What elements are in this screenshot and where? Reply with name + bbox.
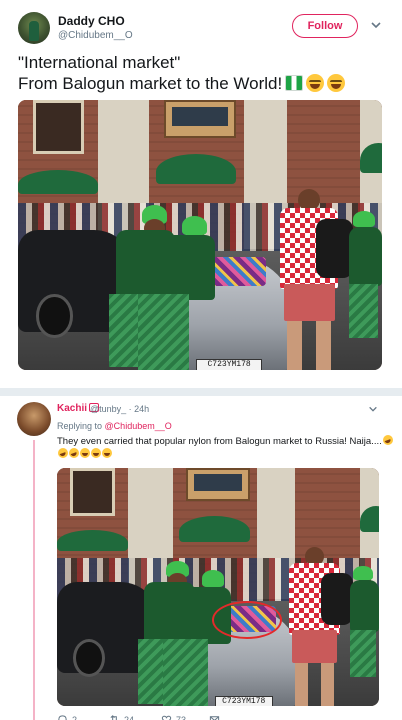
original-tweet: Daddy CHO @Chidubem__O Follow "Internati… (0, 0, 402, 378)
laughing-emoji-icon (69, 448, 79, 458)
thread-line (33, 440, 35, 720)
tweet-text-line-1: "International market" (18, 53, 181, 72)
envelope-icon (209, 716, 220, 720)
chevron-down-icon[interactable] (368, 404, 378, 414)
replying-handle-link[interactable]: @Chidubem__O (105, 421, 172, 431)
rofl-emoji-icon (102, 448, 112, 458)
rofl-emoji-icon (80, 448, 90, 458)
nigeria-flag-icon (285, 75, 304, 91)
action-bar: 2 24 73 (57, 714, 377, 720)
author-handle[interactable]: @Chidubem__O (58, 30, 133, 41)
direct-message-button[interactable] (209, 714, 220, 720)
tweet-photo[interactable]: C723YM178 (18, 100, 382, 370)
tweet-text: "International market" From Balogun mark… (18, 52, 388, 94)
reply-photo[interactable]: C723YM178 (57, 468, 379, 706)
laughing-emoji-icon (382, 435, 393, 445)
reply-author-handle[interactable]: @tunby_ · 24h (90, 404, 149, 414)
laughing-emoji-icon (58, 448, 68, 458)
reply-button[interactable]: 2 (57, 714, 77, 720)
chevron-down-icon[interactable] (370, 19, 382, 31)
license-plate: C723YM178 (196, 359, 262, 370)
tweet-text-line-2: From Balogun market to the World! (18, 73, 388, 94)
heart-icon (161, 715, 172, 720)
author-avatar[interactable] (18, 12, 50, 44)
laughing-emoji-icon (306, 74, 325, 92)
reply-text: They even carried that popular nylon fro… (57, 435, 393, 461)
reply-count: 2 (72, 714, 78, 720)
retweet-count: 24 (124, 714, 135, 720)
reply-author-avatar[interactable] (17, 402, 51, 436)
follow-button[interactable]: Follow (292, 14, 358, 38)
retweet-icon (110, 715, 117, 720)
rofl-emoji-icon (91, 448, 101, 458)
author-name[interactable]: Daddy CHO (58, 14, 125, 28)
laughing-emoji-icon (327, 74, 346, 92)
license-plate: C723YM178 (214, 696, 273, 706)
retweet-button[interactable]: 24 (109, 714, 134, 720)
reply-icon (58, 715, 67, 720)
like-button[interactable]: 73 (161, 714, 186, 720)
replying-to: Replying to @Chidubem__O (57, 421, 172, 431)
like-count: 73 (176, 714, 187, 720)
reply-tweet: Kachii @tunby_ · 24h Replying to @Chidub… (0, 388, 402, 720)
